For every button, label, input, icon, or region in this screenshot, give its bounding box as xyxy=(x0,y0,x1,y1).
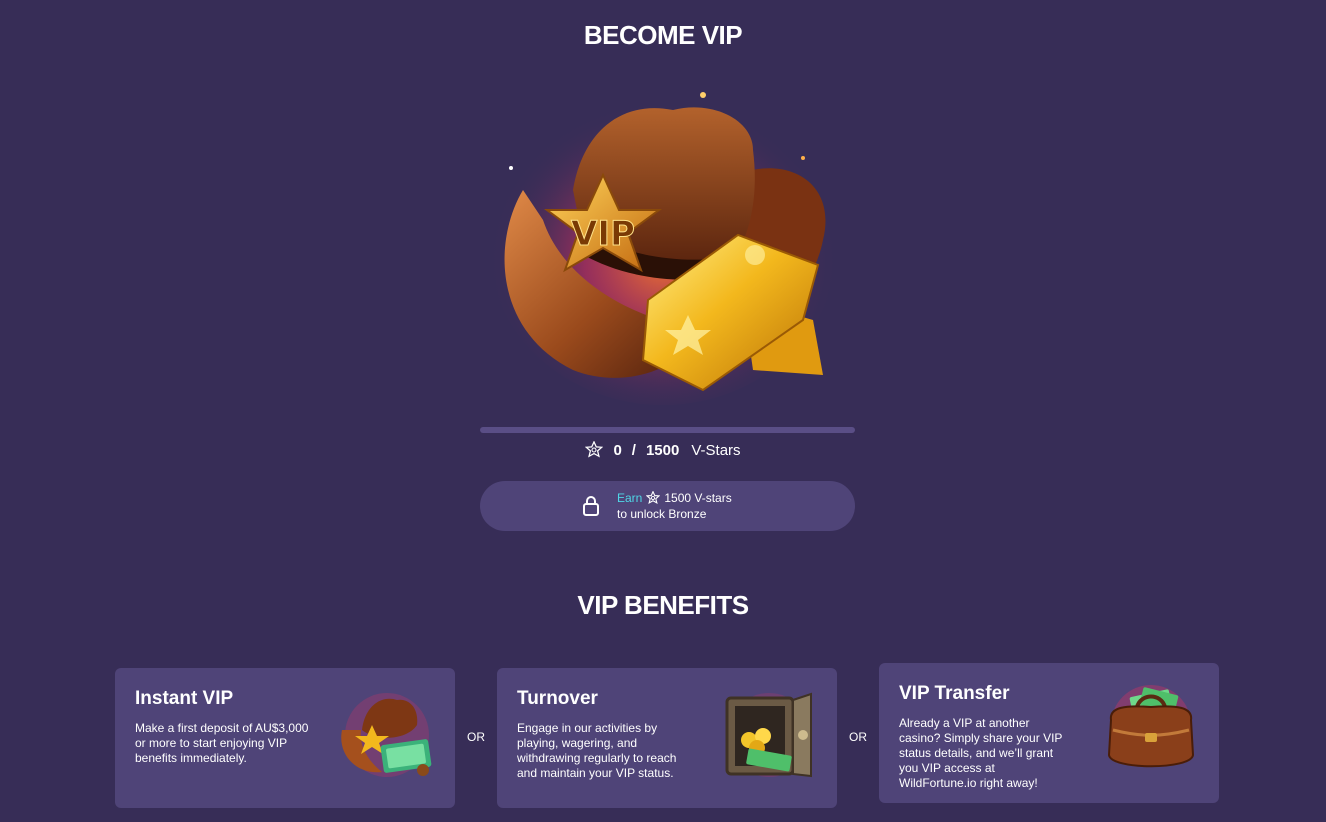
benefit-card-turnover: Turnover Engage in our activities by pla… xyxy=(497,668,837,808)
vstar-icon xyxy=(646,491,661,505)
vstar-icon xyxy=(585,441,604,458)
vstars-current: 0 xyxy=(613,441,622,459)
become-vip-title: BECOME VIP xyxy=(583,20,743,50)
vip-page: BECOME VIP VIP 0 / 1500 V-Stars Earn 150… xyxy=(0,0,1326,822)
unlock-amount: 1500 V-stars xyxy=(664,491,732,505)
or-separator: OR xyxy=(849,730,867,744)
benefit-text: Make a first deposit of AU$3,000 or more… xyxy=(135,721,309,765)
money-bag-icon xyxy=(1107,685,1195,768)
vstars-separator: / xyxy=(631,441,636,459)
or-separator: OR xyxy=(467,730,485,744)
vstars-unit: V-Stars xyxy=(691,441,741,459)
benefit-card-vip-transfer: VIP Transfer Already a VIP at another ca… xyxy=(879,663,1219,803)
vstars-progress-bar xyxy=(480,427,855,433)
svg-text:VIP: VIP xyxy=(571,214,635,254)
unlock-subtext: to unlock Bronze xyxy=(617,507,707,521)
benefit-text: Engage in our activities by playing, wag… xyxy=(517,721,677,780)
safe-vault-icon xyxy=(725,692,812,778)
cowboy-hat-cash-icon xyxy=(341,693,432,777)
lock-icon xyxy=(583,496,599,516)
vip-benefits-title: VIP BENEFITS xyxy=(577,590,749,620)
benefit-card-instant-vip: Instant VIP Make a first deposit of AU$3… xyxy=(115,668,455,808)
unlock-bronze-banner: Earn 1500 V-stars to unlock Bronze xyxy=(480,481,855,531)
earn-label: Earn xyxy=(617,491,643,505)
benefit-text: Already a VIP at another casino? Simply … xyxy=(899,716,1063,790)
vstars-counter: 0 / 1500 V-Stars xyxy=(0,441,1326,459)
vstars-target: 1500 xyxy=(645,441,680,459)
vip-hero-image: VIP xyxy=(488,85,838,405)
